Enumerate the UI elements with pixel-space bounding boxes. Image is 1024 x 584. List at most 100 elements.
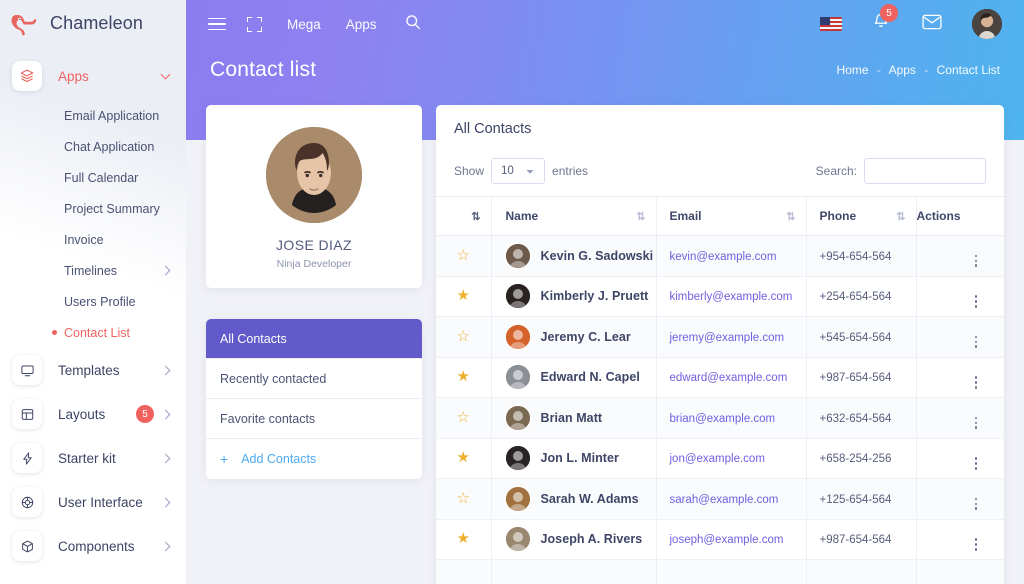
sidebar-subitem-label: Full Calendar	[64, 170, 139, 185]
profile-role: Ninja Developer	[276, 258, 352, 270]
sidebar-item-templates[interactable]: Templates	[0, 348, 186, 392]
table-row: ★ Kimberly J. Pruett kimberly@example.com +…	[436, 276, 1004, 317]
aperture-icon	[12, 487, 42, 517]
sort-icon: ⇅	[636, 211, 645, 223]
topbar: Mega Apps 5	[186, 0, 1024, 48]
cell-email: sarah@example.com	[656, 478, 807, 520]
column-phone[interactable]: Phone ⇅	[806, 196, 917, 236]
row-avatar	[505, 284, 530, 309]
kebab-menu-icon[interactable]	[974, 457, 978, 470]
sidebar-item-layouts[interactable]: Layouts 5	[0, 392, 186, 436]
chevron-right-icon	[160, 497, 171, 507]
sidebar-badge-layouts: 5	[136, 405, 154, 423]
star-filled-icon[interactable]: ★	[457, 287, 470, 304]
topbar-link-mega[interactable]: Mega	[287, 17, 321, 32]
kebab-menu-icon[interactable]	[974, 416, 978, 430]
profile-photo	[266, 127, 362, 223]
star-empty-icon[interactable]: ☆	[457, 409, 470, 426]
column-favorite[interactable]: ⇅	[436, 196, 492, 236]
kebab-menu-icon[interactable]	[974, 295, 978, 308]
row-phone: +954-654-564	[819, 250, 892, 263]
contact-group-label: All Contacts	[220, 331, 287, 346]
add-contacts-button[interactable]: + Add Contacts	[206, 439, 422, 479]
name-cell: Joseph A. Rivers	[505, 527, 656, 552]
row-email-link[interactable]: sarah@example.com	[670, 494, 779, 506]
name-cell: Kevin G. Sadowski	[505, 243, 656, 268]
row-email-link[interactable]: joseph@example.com	[670, 534, 784, 546]
star-empty-icon[interactable]: ☆	[457, 328, 470, 345]
kebab-menu-icon[interactable]	[974, 376, 978, 389]
row-email-link[interactable]: kimberly@example.com	[670, 291, 793, 303]
column-name[interactable]: Name ⇅	[491, 196, 657, 236]
user-avatar[interactable]	[972, 9, 1002, 39]
cell-name: Brian Matt	[491, 397, 657, 439]
cell-email: kimberly@example.com	[656, 276, 807, 317]
sidebar-item-full-calendar[interactable]: Full Calendar	[0, 162, 186, 193]
sidebar-item-starter-kit[interactable]: Starter kit	[0, 436, 186, 480]
row-email-link[interactable]: kevin@example.com	[670, 251, 777, 263]
sidebar-item-user-interface[interactable]: User Interface	[0, 480, 186, 524]
breadcrumb-home[interactable]: Home	[837, 63, 869, 77]
page-size-select[interactable]: 10 25 50 100	[491, 158, 546, 184]
kebab-menu-icon[interactable]	[974, 254, 978, 268]
brand[interactable]: Chameleon	[0, 0, 186, 46]
breadcrumb-apps[interactable]: Apps	[889, 63, 916, 77]
sidebar-item-project-summary[interactable]: Project Summary	[0, 193, 186, 224]
sidebar-item-apps[interactable]: Apps	[0, 54, 186, 98]
star-filled-icon[interactable]: ★	[457, 530, 470, 547]
hamburger-menu-button[interactable]	[208, 17, 226, 31]
row-email-link[interactable]: edward@example.com	[670, 372, 788, 384]
cell-phone: +632-654-564	[806, 397, 917, 439]
row-email-link[interactable]: jon@example.com	[670, 453, 765, 465]
name-cell: Kimberly J. Pruett	[505, 284, 656, 309]
contacts-table: ⇅ Name ⇅ Email ⇅ Phone ⇅ Actions ☆ Kevin…	[436, 196, 1004, 584]
us-flag-icon[interactable]	[820, 17, 842, 31]
table-card-title: All Contacts	[454, 121, 532, 137]
sidebar-item-users-profile[interactable]: Users Profile	[0, 286, 186, 317]
cell-email: jon@example.com	[656, 438, 807, 479]
profile-card: JOSE DIAZ Ninja Developer	[206, 105, 422, 288]
sidebar-subitem-label: Chat Application	[64, 139, 155, 154]
star-filled-icon[interactable]: ★	[457, 368, 470, 385]
name-cell: Edward N. Capel	[505, 365, 656, 390]
kebab-menu-icon[interactable]	[974, 335, 978, 349]
search-button[interactable]	[405, 14, 421, 35]
sidebar-item-components[interactable]: Components	[0, 524, 186, 568]
column-label: Actions	[916, 209, 961, 223]
brand-name: Chameleon	[50, 12, 143, 33]
row-email-link[interactable]: jeremy@example.com	[670, 332, 785, 344]
star-empty-icon[interactable]: ☆	[457, 490, 470, 507]
row-name: Kevin G. Sadowski	[540, 248, 654, 263]
column-email[interactable]: Email ⇅	[656, 196, 807, 236]
table-search: Search:	[816, 158, 986, 184]
table-row: ☆ Brian Matt brian@example.com +632-654-564	[436, 397, 1004, 439]
contact-group-favorite-contacts[interactable]: Favorite contacts	[206, 399, 422, 439]
star-empty-icon[interactable]: ☆	[457, 247, 470, 264]
entries-label: entries	[552, 164, 589, 178]
search-input[interactable]	[864, 158, 986, 184]
sidebar-item-email-application[interactable]: Email Application	[0, 100, 186, 131]
sidebar-item-chat-application[interactable]: Chat Application	[0, 131, 186, 162]
topbar-link-apps[interactable]: Apps	[346, 17, 377, 32]
kebab-menu-icon[interactable]	[974, 497, 978, 511]
contact-group-recently-contacted[interactable]: Recently contacted	[206, 359, 422, 399]
row-name: Kimberly J. Pruett	[540, 289, 649, 304]
fullscreen-button[interactable]	[226, 16, 262, 32]
sidebar-item-contact-list[interactable]: Contact List	[0, 317, 186, 348]
cell-name: Sarah W. Adams	[491, 478, 657, 520]
row-email-link[interactable]: brian@example.com	[670, 413, 776, 425]
star-filled-icon[interactable]: ★	[457, 449, 470, 466]
page-header: Contact list Home - Apps - Contact List	[186, 48, 1024, 82]
sidebar-item-timelines[interactable]: Timelines	[0, 255, 186, 286]
contact-group-all-contacts[interactable]: All Contacts	[206, 319, 422, 359]
cell-favorite: ☆	[436, 397, 492, 439]
monitor-icon	[12, 355, 42, 385]
sidebar-item-invoice[interactable]: Invoice	[0, 224, 186, 255]
cell-actions	[916, 316, 1004, 358]
kebab-menu-icon[interactable]	[974, 538, 978, 551]
cell-phone	[806, 559, 917, 584]
notifications-button[interactable]: 5	[872, 4, 898, 36]
cell-favorite	[436, 559, 492, 584]
messages-button[interactable]	[922, 14, 942, 35]
table-row: ☆ Jeremy C. Lear jeremy@example.com +545-65…	[436, 316, 1004, 358]
